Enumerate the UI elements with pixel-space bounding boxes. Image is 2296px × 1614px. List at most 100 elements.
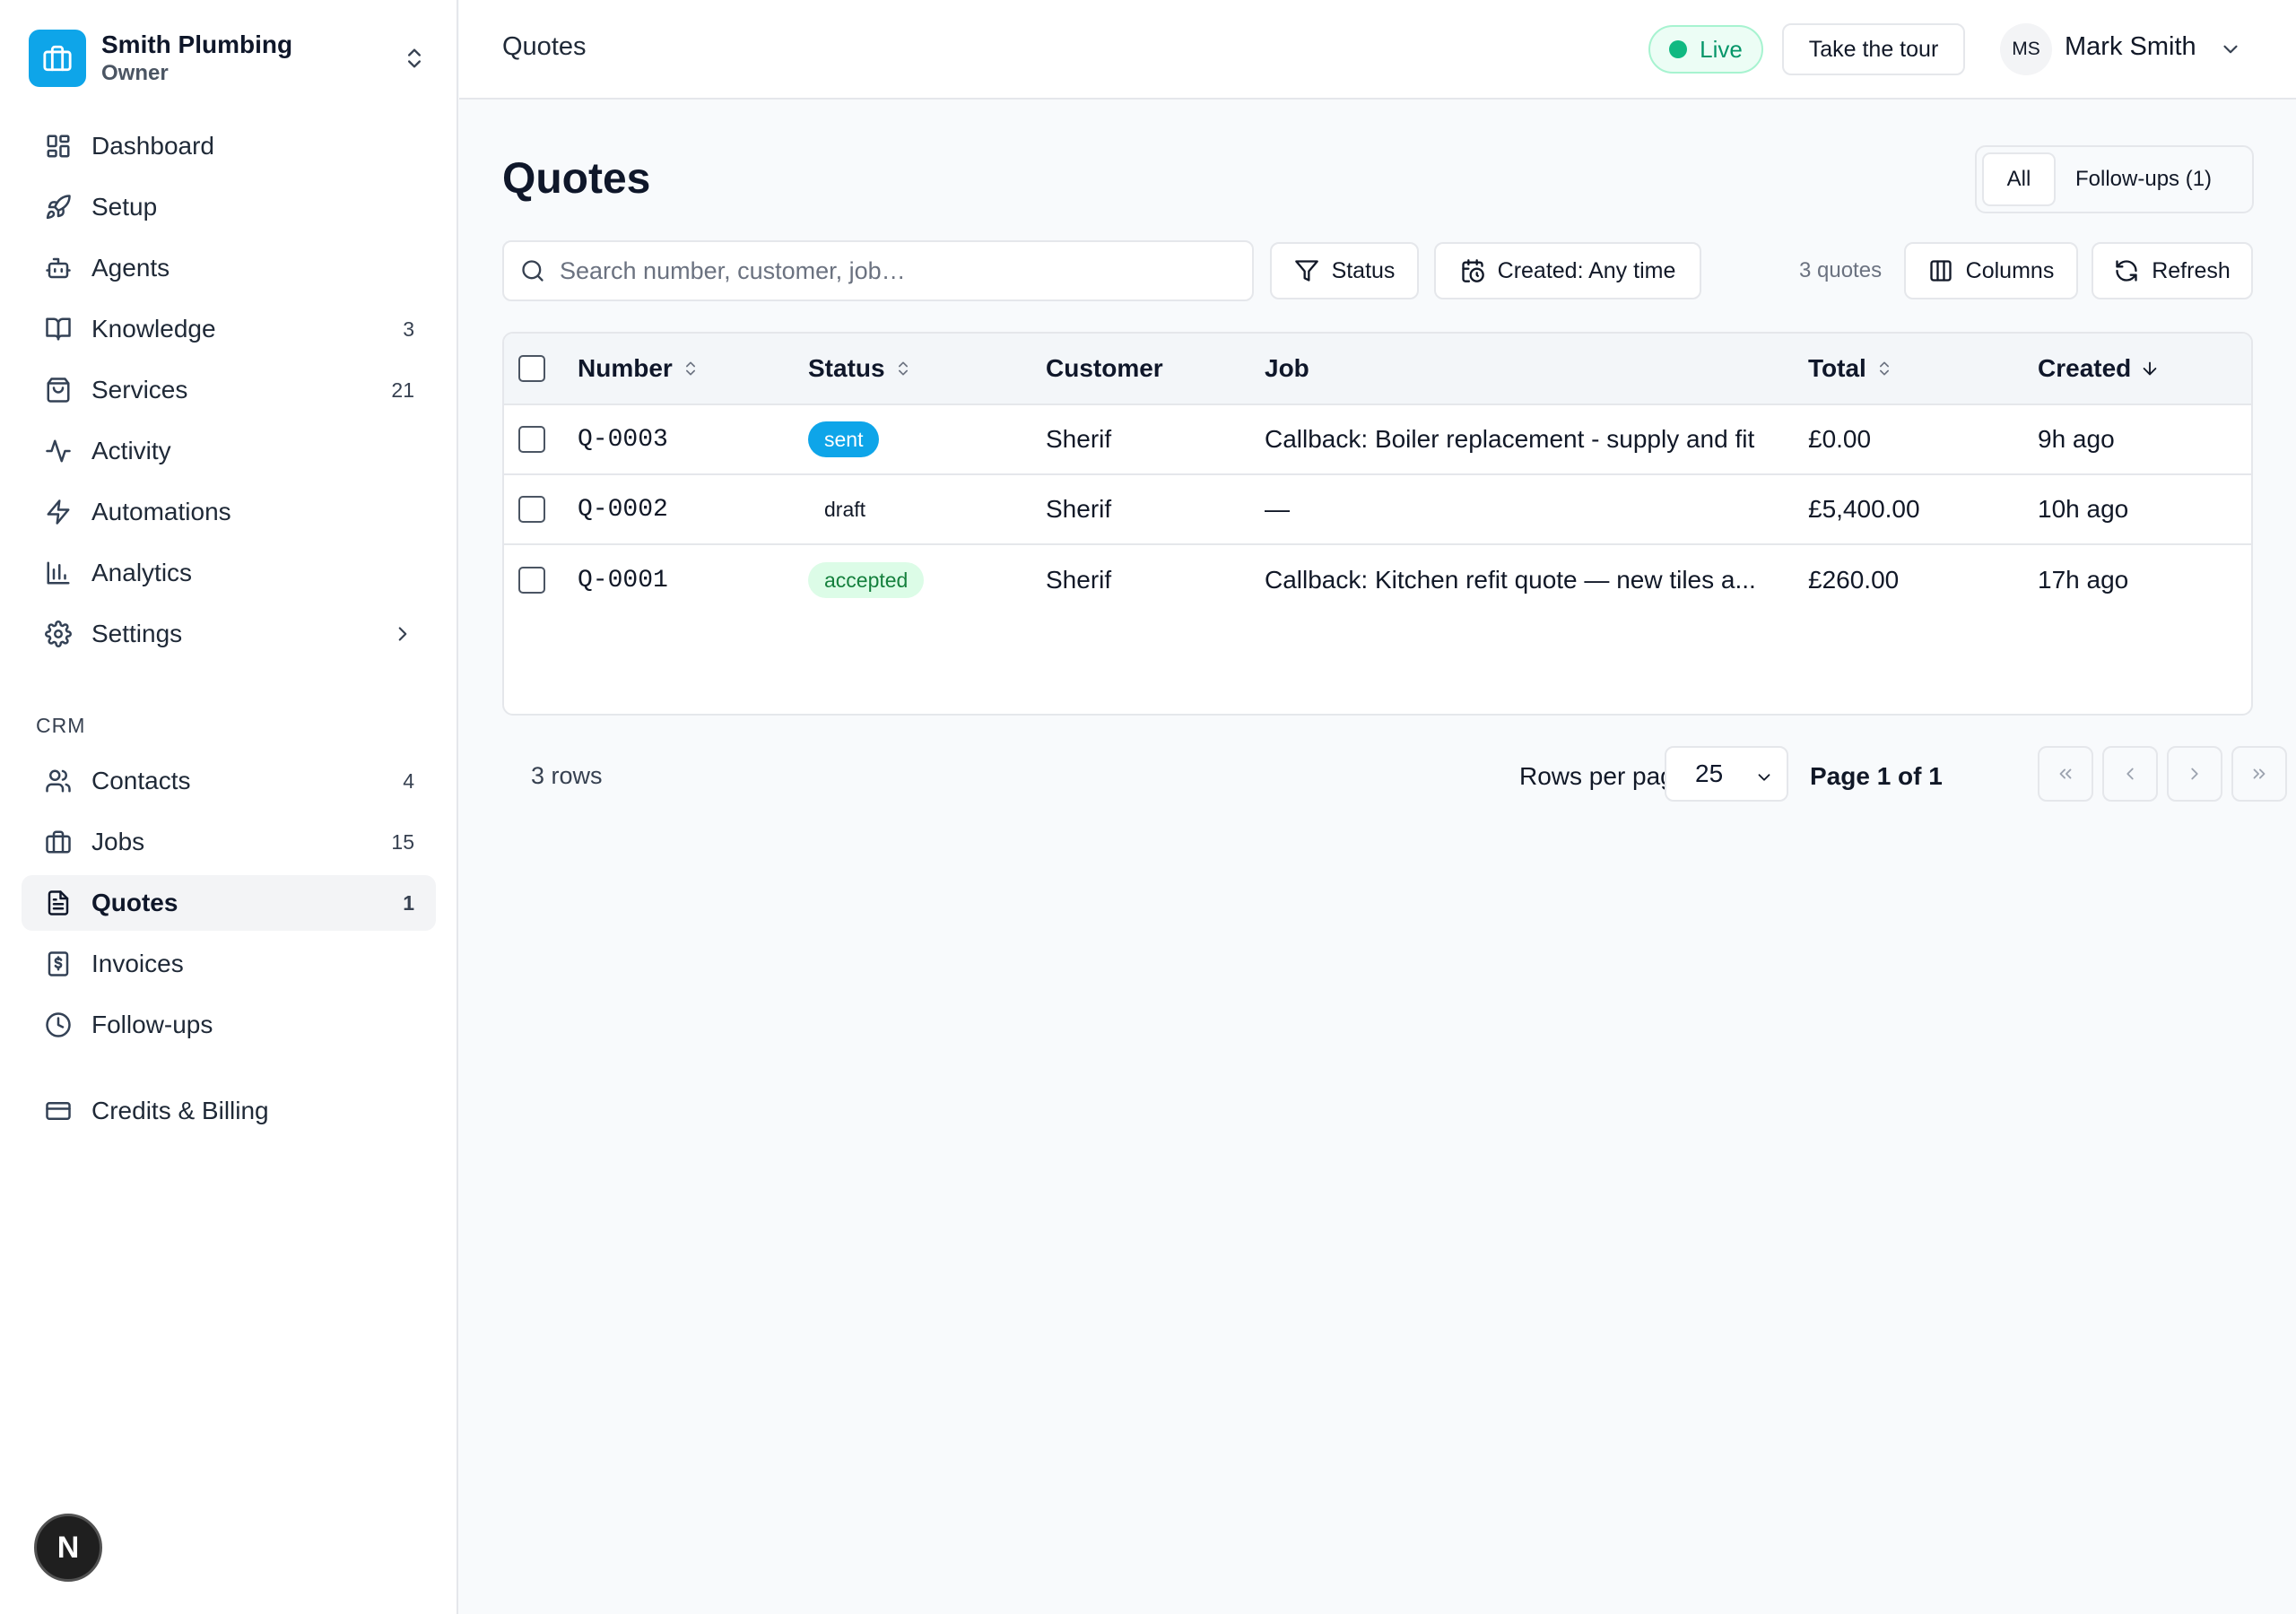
calendar-clock-icon (1460, 258, 1485, 283)
status-badge: sent (808, 421, 880, 457)
sidebar-item-agents[interactable]: Agents (22, 240, 436, 296)
credit-card-icon (43, 1096, 74, 1126)
status-badge: accepted (808, 562, 925, 598)
chevron-right-icon (391, 622, 414, 646)
chevron-left-icon (2120, 764, 2140, 784)
sidebar-item-knowledge[interactable]: Knowledge 3 (22, 301, 436, 357)
user-name[interactable]: Mark Smith (2065, 32, 2196, 62)
org-role: Owner (101, 61, 169, 85)
tab-follow-ups[interactable]: Follow-ups (1) (2056, 152, 2231, 206)
column-header-status[interactable]: Status (808, 354, 912, 383)
last-page-button[interactable] (2231, 746, 2287, 802)
bar-chart-icon (43, 558, 74, 588)
sidebar-item-credits-billing[interactable]: Credits & Billing (22, 1083, 436, 1139)
chevrons-left-icon (2056, 764, 2075, 784)
customer-cell: Sherif (1046, 566, 1112, 594)
nav-count: 4 (403, 768, 414, 793)
quote-number[interactable]: Q-0001 (578, 567, 668, 594)
rocket-icon (43, 192, 74, 222)
users-icon (43, 766, 74, 796)
activity-icon (43, 436, 74, 466)
nav-count: 21 (391, 377, 414, 402)
org-switcher[interactable]: Smith Plumbing Owner (29, 29, 432, 88)
sidebar-item-label: Knowledge (91, 315, 216, 343)
sidebar-item-setup[interactable]: Setup (22, 179, 436, 235)
quote-count: 3 quotes (1799, 258, 1883, 282)
sidebar-item-dashboard[interactable]: Dashboard (22, 118, 436, 174)
crm-nav: Contacts 4 Jobs 15 Quotes 1 Invoices Fol… (22, 753, 436, 1058)
bot-icon (43, 253, 74, 283)
created-cell: 9h ago (2038, 425, 2115, 453)
column-header-created[interactable]: Created (2038, 354, 2160, 383)
billing-nav: Credits & Billing (22, 1083, 436, 1144)
row-checkbox[interactable] (518, 426, 545, 453)
chevrons-up-down-icon[interactable] (396, 46, 432, 71)
created-cell: 17h ago (2038, 566, 2129, 594)
total-cell: £260.00 (1808, 566, 1900, 594)
columns-icon (1928, 258, 1953, 283)
select-all-checkbox[interactable] (518, 355, 545, 382)
quote-number[interactable]: Q-0002 (578, 496, 668, 524)
first-page-button[interactable] (2038, 746, 2093, 802)
briefcase-icon (43, 827, 74, 857)
rows-per-page-label: Rows per page (1519, 762, 1689, 790)
rows-per-page-select[interactable]: 25 (1665, 746, 1788, 802)
column-header-total[interactable]: Total (1808, 354, 1893, 383)
sidebar-item-analytics[interactable]: Analytics (22, 545, 436, 601)
sidebar-item-jobs[interactable]: Jobs 15 (22, 814, 436, 870)
breadcrumb: Quotes (502, 32, 587, 61)
job-cell: — (1265, 495, 1290, 523)
column-header-number[interactable]: Number (578, 354, 700, 383)
table-row[interactable]: Q-0003 sent Sherif Callback: Boiler repl… (504, 405, 2251, 475)
previous-page-button[interactable] (2102, 746, 2158, 802)
dev-tools-badge[interactable]: N (34, 1514, 102, 1582)
gear-icon (43, 619, 74, 649)
sidebar-item-quotes[interactable]: Quotes 1 (22, 875, 436, 931)
receipt-icon (43, 949, 74, 979)
bolt-icon (43, 497, 74, 527)
org-name: Smith Plumbing (101, 30, 293, 58)
dashboard-icon (43, 131, 74, 161)
main-nav: Dashboard Setup Agents Knowledge 3 Servi… (22, 118, 436, 667)
columns-button[interactable]: Columns (1904, 242, 2078, 299)
table-row[interactable]: Q-0001 accepted Sherif Callback: Kitchen… (504, 545, 2251, 615)
sidebar-item-label: Setup (91, 193, 158, 221)
briefcase-icon (29, 30, 86, 87)
sidebar-item-services[interactable]: Services 21 (22, 362, 436, 418)
clock-icon (43, 1010, 74, 1040)
refresh-icon (2114, 258, 2139, 283)
created-filter-button[interactable]: Created: Any time (1434, 242, 1701, 299)
tab-all[interactable]: All (1982, 152, 2056, 206)
status-filter-button[interactable]: Status (1270, 242, 1419, 299)
customer-cell: Sherif (1046, 425, 1112, 453)
search-box (502, 240, 1254, 301)
avatar[interactable]: MS (2000, 23, 2052, 75)
sidebar-item-label: Settings (91, 620, 183, 647)
sidebar-item-settings[interactable]: Settings (22, 606, 436, 662)
page-title: Quotes (502, 155, 651, 203)
file-icon (43, 888, 74, 918)
quote-number[interactable]: Q-0003 (578, 426, 668, 454)
row-checkbox[interactable] (518, 567, 545, 594)
status-badge: draft (824, 497, 866, 521)
take-tour-button[interactable]: Take the tour (1782, 23, 1965, 75)
sidebar-item-automations[interactable]: Automations (22, 484, 436, 540)
job-cell: Callback: Boiler replacement - supply an… (1265, 425, 1755, 453)
row-checkbox[interactable] (518, 496, 545, 523)
sidebar-item-follow-ups[interactable]: Follow-ups (22, 997, 436, 1053)
refresh-button[interactable]: Refresh (2092, 242, 2253, 299)
table-row[interactable]: Q-0002 draft Sherif — £5,400.00 10h ago (504, 475, 2251, 545)
search-input[interactable] (560, 256, 1223, 285)
chevron-down-icon[interactable] (2219, 38, 2242, 61)
sidebar-item-label: Dashboard (91, 132, 214, 160)
view-toggle: All Follow-ups (1) (1975, 145, 2254, 213)
total-cell: £5,400.00 (1808, 495, 1920, 523)
next-page-button[interactable] (2167, 746, 2222, 802)
sidebar-item-activity[interactable]: Activity (22, 423, 436, 479)
sidebar-item-invoices[interactable]: Invoices (22, 936, 436, 992)
sidebar-item-contacts[interactable]: Contacts 4 (22, 753, 436, 809)
column-header-job: Job (1265, 354, 1309, 382)
sidebar-item-label: Agents (91, 254, 170, 282)
sidebar-item-label: Credits & Billing (91, 1097, 269, 1124)
quotes-table: Number Status Customer Job Total Created… (502, 332, 2253, 716)
